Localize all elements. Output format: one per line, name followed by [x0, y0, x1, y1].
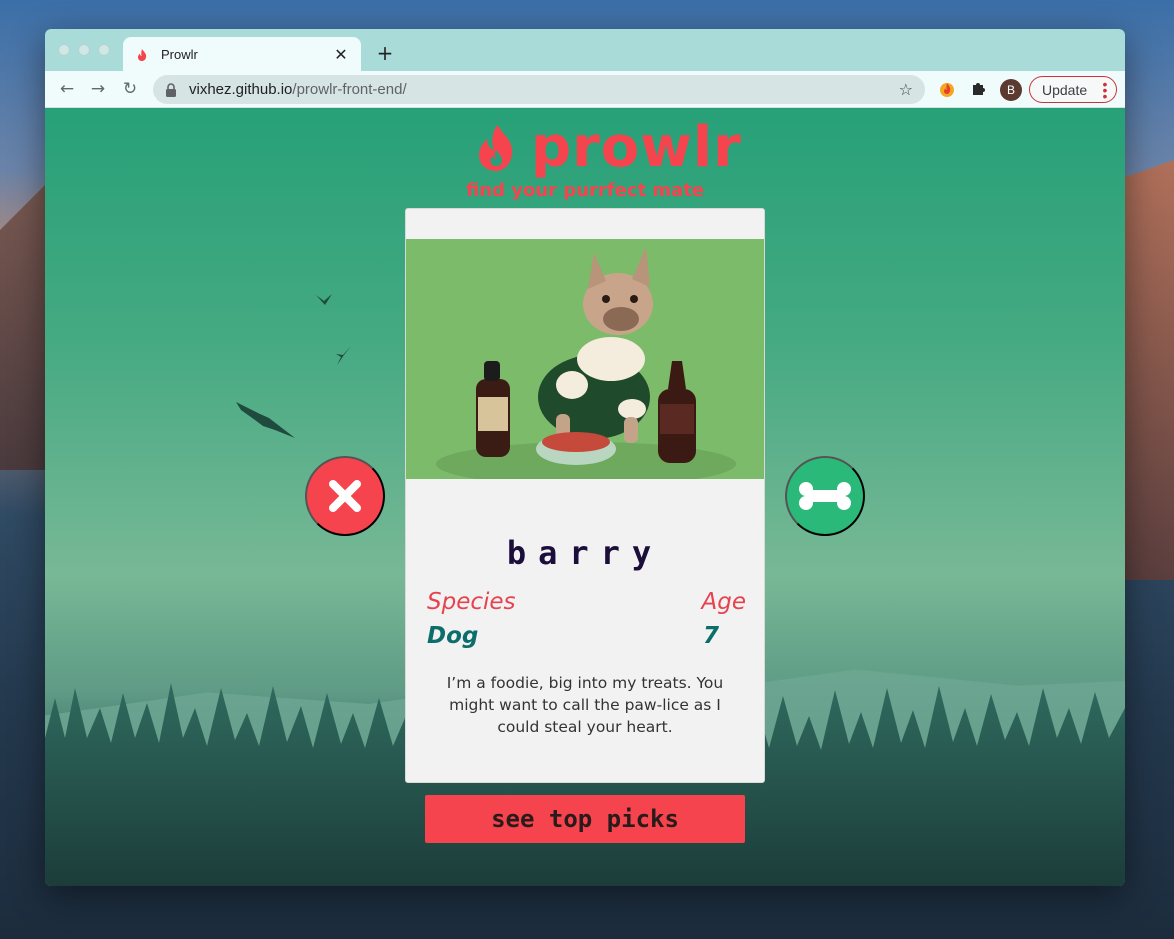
bookmark-star-icon[interactable]: ☆ — [899, 80, 913, 99]
extensions-puzzle-icon[interactable] — [969, 80, 989, 100]
bird-silhouette-icon — [236, 402, 295, 438]
like-button[interactable] — [785, 456, 865, 536]
extension-flame-icon[interactable] — [937, 80, 957, 100]
new-tab-icon[interactable]: + — [375, 41, 395, 65]
species-label: Species — [427, 589, 516, 615]
pet-photo — [406, 239, 764, 479]
species-value: Dog — [427, 623, 479, 649]
close-window-button[interactable] — [58, 44, 70, 56]
back-arrow-icon[interactable]: ← — [57, 79, 77, 99]
flame-icon — [479, 125, 513, 171]
more-vert-icon: • • • — [1102, 76, 1108, 104]
bird-silhouette-icon — [316, 294, 332, 305]
zoom-window-button[interactable] — [98, 44, 110, 56]
pet-bio: I’m a foodie, big into my treats. You mi… — [446, 674, 724, 736]
reload-icon[interactable]: ↻ — [120, 79, 140, 99]
tab-strip: Prowlr ✕ + — [45, 29, 1125, 71]
lock-icon — [166, 82, 176, 97]
flame-favicon-icon — [135, 47, 149, 61]
tagline: find your purrfect mate — [465, 180, 705, 201]
see-top-picks-button[interactable]: see top picks — [425, 795, 745, 843]
logo-wordmark: prowlr — [531, 115, 742, 180]
page-viewport: prowlr find your purrfect mate barry Spe… — [45, 108, 1125, 886]
profile-avatar[interactable]: B — [1000, 79, 1022, 101]
age-label: Age — [701, 589, 746, 615]
minimize-window-button[interactable] — [78, 44, 90, 56]
french-bulldog-photo — [406, 239, 764, 479]
update-label: Update — [1042, 81, 1088, 98]
url-path: /prowlr-front-end/ — [292, 81, 407, 98]
prowlr-logo: prowlr — [477, 118, 742, 178]
tab-prowlr[interactable]: Prowlr ✕ — [123, 37, 361, 71]
update-button[interactable]: Update • • • — [1029, 76, 1117, 103]
forward-arrow-icon[interactable]: → — [88, 79, 108, 99]
bird-silhouette-icon — [336, 346, 351, 365]
url-host: vixhez.github.io — [189, 81, 293, 98]
url-text: vixhez.github.io/prowlr-front-end/ — [189, 81, 899, 98]
pet-name: barry — [506, 534, 664, 572]
bone-icon — [799, 482, 851, 510]
address-bar[interactable]: vixhez.github.io/prowlr-front-end/ ☆ — [153, 75, 925, 104]
browser-toolbar: ← → ↻ vixhez.github.io/prowlr-front-end/… — [45, 71, 1125, 108]
age-value: 7 — [703, 623, 720, 649]
browser-window: Prowlr ✕ + ← → ↻ vixhez.github.io/prowlr… — [45, 29, 1125, 886]
close-tab-icon[interactable]: ✕ — [333, 45, 349, 64]
profile-card: barry Species Age Dog 7 I’m a foodie, bi… — [405, 208, 765, 783]
x-icon — [329, 480, 361, 512]
tab-title: Prowlr — [161, 46, 198, 62]
reject-button[interactable] — [305, 456, 385, 536]
